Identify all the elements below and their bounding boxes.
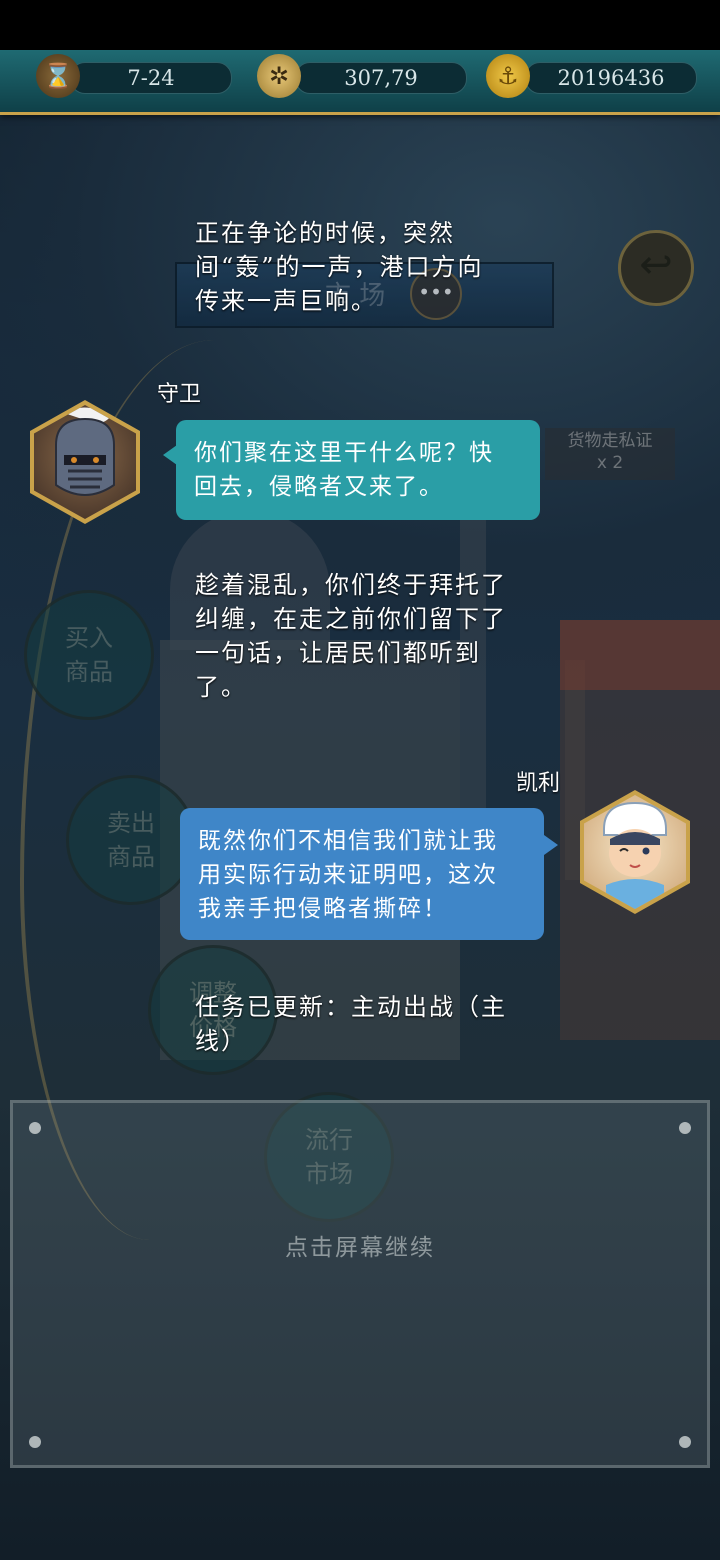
buy-goods-button[interactable]: 买入 商品 <box>24 590 154 720</box>
rivet <box>29 1436 41 1448</box>
gold-display: 20196436 <box>525 62 697 94</box>
cargo-permit-count: x 2 <box>596 453 624 473</box>
narration-line: 纠缠，在走之前你们留下了 <box>195 605 507 633</box>
kelly-line: 既然你们不相信我们就让我 <box>198 828 498 854</box>
back-button[interactable]: ↩ <box>618 230 694 306</box>
guard-portrait <box>34 405 136 519</box>
narration-line: 趁着混乱，你们终于拜托了 <box>195 571 507 599</box>
compass-display: 307,79 <box>295 62 467 94</box>
cargo-permit-label: 货物走私证 <box>567 431 653 451</box>
kelly-line: 我亲手把侵略者撕碎！ <box>198 896 448 922</box>
rivet <box>29 1122 41 1134</box>
narration-2: 趁着混乱，你们终于拜托了 纠缠，在走之前你们留下了 一句话，让居民们都听到 了。 <box>195 568 535 704</box>
quest-update-line: 任务已更新：主动出战（主 <box>195 993 507 1021</box>
quest-update: 任务已更新：主动出战（主 线） <box>195 990 535 1058</box>
sell-goods-button[interactable]: 卖出 商品 <box>66 775 196 905</box>
gold-coin-icon: ⚓ <box>486 54 530 98</box>
guard-line: 回去，侵略者又来了。 <box>194 474 444 500</box>
narration-line: 了。 <box>195 673 247 701</box>
date-value: 7-24 <box>127 66 175 90</box>
narration-line: 一句话，让居民们都听到 <box>195 639 481 667</box>
guard-name: 守卫 <box>157 382 202 407</box>
hourglass-icon: ⌛ <box>36 54 80 98</box>
compass-value: 307,79 <box>344 66 418 90</box>
kelly-bubble-tail <box>544 835 558 855</box>
narration-line: 间“轰”的一声，港口方向 <box>195 253 484 281</box>
dialogue-panel[interactable] <box>10 1100 710 1468</box>
kelly-name: 凯利 <box>516 771 561 796</box>
narration-line: 传来一声巨响。 <box>195 287 377 315</box>
rivet <box>679 1436 691 1448</box>
knight-helmet-icon <box>55 407 115 496</box>
gold-value: 20196436 <box>557 66 665 90</box>
sell-goods-label-2: 商品 <box>107 843 155 871</box>
kelly-speech-bubble: 既然你们不相信我们就让我 用实际行动来证明吧，这次 我亲手把侵略者撕碎！ <box>180 808 544 940</box>
narration-1: 正在争论的时候，突然 间“轰”的一声，港口方向 传来一声巨响。 <box>195 216 535 318</box>
buy-goods-label-2: 商品 <box>65 658 113 686</box>
chef-boy-icon <box>603 801 667 909</box>
guard-bubble-tail <box>163 445 177 465</box>
guard-line: 你们聚在这里干什么呢？快 <box>194 440 494 466</box>
status-bar <box>0 0 720 50</box>
guard-speech-bubble: 你们聚在这里干什么呢？快 回去，侵略者又来了。 <box>176 420 540 520</box>
sell-goods-label-1: 卖出 <box>107 809 155 837</box>
kelly-line: 用实际行动来证明吧，这次 <box>198 862 498 888</box>
tap-to-continue[interactable]: 点击屏幕继续 <box>0 1228 720 1262</box>
compass-icon: ✲ <box>257 54 301 98</box>
cargo-permit: 货物走私证 x 2 <box>545 428 675 480</box>
background-roof <box>560 620 720 690</box>
buy-goods-label-1: 买入 <box>65 624 113 652</box>
narration-line: 正在争论的时候，突然 <box>195 219 455 247</box>
date-display: 7-24 <box>70 62 232 94</box>
rivet <box>679 1122 691 1134</box>
kelly-portrait <box>584 795 686 909</box>
quest-update-line: 线） <box>195 1027 247 1055</box>
